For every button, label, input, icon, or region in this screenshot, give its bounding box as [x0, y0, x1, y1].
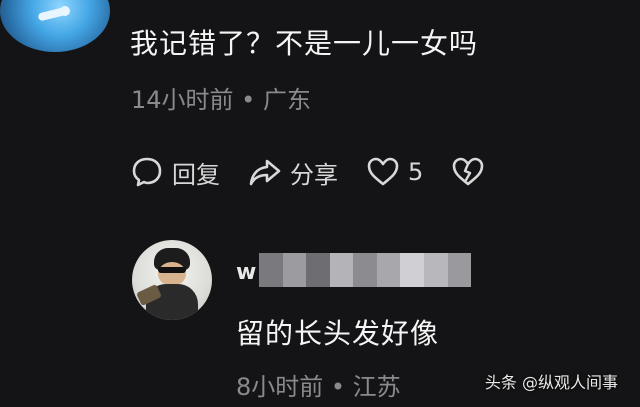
comment-meta: 14小时前 • 广东: [131, 86, 311, 114]
reply-label: 回复: [172, 160, 220, 189]
avatar-sunglasses: [158, 267, 186, 273]
comment-icon: [132, 157, 162, 187]
reply-meta: 8小时前 • 江苏: [236, 373, 401, 401]
commenter-avatar[interactable]: [0, 0, 110, 52]
watermark: 头条 @纵观人间事: [484, 373, 618, 392]
comment-body: 我记错了？不是一儿一女吗: [130, 27, 479, 60]
avatar-face: [158, 262, 186, 286]
share-icon: [249, 159, 281, 186]
avatar-bird-head: [60, 6, 70, 16]
broken-heart-icon: [452, 157, 484, 186]
reply-username[interactable]: w: [236, 260, 256, 285]
reply-avatar[interactable]: [132, 240, 212, 320]
comment-actions: 回复 分享 5: [130, 152, 513, 192]
dislike-button[interactable]: [451, 155, 485, 189]
like-count: 5: [408, 158, 424, 186]
heart-icon: [367, 157, 399, 186]
comment-thread: 我记错了？不是一儿一女吗 14小时前 • 广东 回复 分享 5 w 留的长头发好…: [0, 0, 640, 407]
share-label: 分享: [290, 160, 338, 189]
reply-body: 留的长头发好像: [236, 317, 440, 350]
share-button[interactable]: 分享: [248, 155, 338, 190]
reply-button[interactable]: 回复: [130, 155, 220, 190]
like-button[interactable]: 5: [366, 155, 423, 189]
username-mosaic-blur: [259, 253, 472, 287]
